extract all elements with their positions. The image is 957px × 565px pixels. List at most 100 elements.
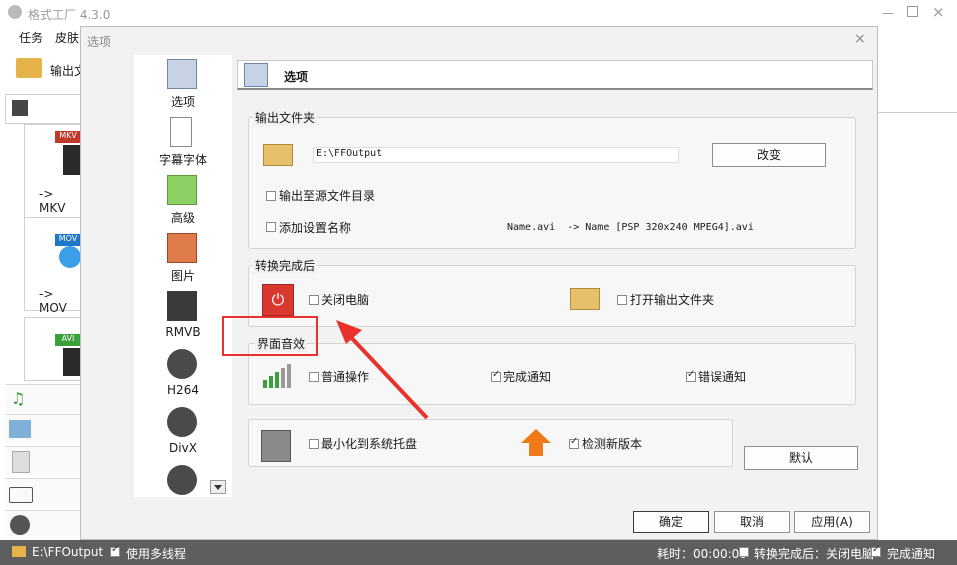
header-title: 选项	[284, 70, 309, 84]
check-update-label: 检测新版本	[582, 437, 643, 451]
done-notify-label: 完成通知	[503, 370, 552, 384]
advanced-icon	[167, 175, 197, 205]
elapsed-time: 耗时：00:00:00	[657, 547, 747, 561]
nav-item-h264[interactable]: H264	[134, 347, 232, 405]
format-panel: MKV -> MKV MOV -> MOV AVI ♫	[0, 92, 81, 540]
misc-group: 最小化到系统托盘 检测新版本	[248, 419, 733, 467]
shutdown-checkbox[interactable]	[309, 295, 319, 305]
task-list-header-line	[878, 112, 957, 113]
dialog-close-icon[interactable]: ×	[854, 31, 866, 47]
volume-bars-icon	[263, 364, 295, 388]
film-reel-icon	[10, 515, 30, 535]
document-category-tab[interactable]	[5, 446, 80, 475]
after-convert-label: 转换完成后：关闭电脑	[754, 547, 875, 561]
status-output-path[interactable]: E:\FFOutput	[32, 545, 103, 559]
nav-scroll-down-button[interactable]	[210, 480, 226, 494]
multithread-label: 使用多线程	[126, 547, 187, 561]
format-label: -> MKV	[39, 187, 66, 215]
picture-category-tab[interactable]	[5, 414, 80, 443]
open-folder-checkbox[interactable]	[617, 295, 627, 305]
dialog-title: 选项	[87, 35, 112, 49]
menu-task[interactable]: 任务	[19, 29, 43, 46]
main-titlebar: 格式工厂 4.3.0 — ×	[0, 0, 957, 26]
check-update-checkbox[interactable]	[569, 436, 579, 449]
minimize-icon[interactable]: —	[882, 6, 894, 20]
change-button[interactable]: 改变	[712, 143, 826, 167]
group-title: 输出文件夹	[253, 109, 318, 126]
landscape-icon	[9, 420, 31, 438]
after-convert-checkbox[interactable]	[739, 547, 749, 557]
folder-icon	[12, 546, 26, 557]
video-category-tab[interactable]	[5, 94, 81, 124]
minimize-tray-checkbox[interactable]	[309, 439, 319, 449]
rom-category-tab[interactable]	[5, 478, 80, 507]
nav-item-options[interactable]: 选项	[134, 57, 232, 115]
nav-label: RMVB	[165, 325, 201, 339]
output-path-field[interactable]: E:\FFOutput	[313, 147, 679, 163]
gear-icon	[167, 59, 197, 89]
add-setting-name-checkbox[interactable]	[266, 222, 276, 232]
update-arrow-stem	[529, 443, 543, 456]
error-notify-label: 错误通知	[698, 370, 747, 384]
quicktime-icon	[59, 246, 81, 268]
tools-category-tab[interactable]	[5, 510, 80, 539]
nav-item-subtitle-font[interactable]: 字幕字体	[134, 115, 232, 173]
menu-skin[interactable]: 皮肤	[55, 29, 79, 46]
to-source-checkbox[interactable]	[266, 191, 276, 201]
clapper-icon	[12, 100, 28, 116]
close-window-icon[interactable]: ×	[932, 3, 945, 21]
nav-label: 高级	[170, 211, 195, 225]
folder-icon[interactable]	[263, 144, 293, 166]
annotation-arrow	[336, 320, 429, 420]
chevron-down-icon	[214, 485, 222, 490]
statusbar: E:\FFOutput 使用多线程 耗时：00:00:00 转换完成后：关闭电脑…	[0, 540, 957, 565]
mkv-badge-icon: MKV	[55, 131, 81, 143]
mov-badge-icon: MOV	[55, 234, 81, 246]
cancel-button[interactable]: 取消	[714, 511, 790, 533]
done-notify-label: 完成通知	[887, 547, 936, 561]
document-icon	[12, 451, 30, 473]
error-notify-checkbox[interactable]	[686, 369, 696, 382]
nav-item-advanced[interactable]: 高级	[134, 173, 232, 231]
ok-button[interactable]: 确定	[633, 511, 709, 533]
music-icon: ♫	[11, 389, 26, 408]
done-notify-checkbox[interactable]	[871, 544, 881, 557]
task-list-area	[878, 92, 957, 540]
subtitle-font-icon	[170, 117, 192, 147]
output-folder-icon[interactable]	[16, 58, 42, 78]
nav-item-rmvb[interactable]: RMVB	[134, 289, 232, 347]
annotation-highlight-box	[222, 316, 318, 356]
divx-film-icon	[167, 407, 197, 437]
to-source-label: 输出至源文件目录	[279, 189, 376, 203]
drive-icon	[9, 487, 33, 503]
format-label: -> MOV	[39, 287, 67, 315]
open-folder-label: 打开输出文件夹	[630, 293, 715, 307]
add-setting-name-label: 添加设置名称	[279, 221, 352, 235]
options-dialog: 选项 × 选项 字幕字体 高级 图片 RMVB H264 DivX 选项 输出文…	[80, 26, 878, 540]
audio-category-tab[interactable]: ♫	[5, 384, 80, 413]
format-card-mkv[interactable]: MKV -> MKV	[24, 124, 81, 218]
apply-button[interactable]: 应用(A)	[794, 511, 870, 533]
shutdown-label: 关闭电脑	[321, 293, 370, 307]
group-title: 转换完成后	[253, 257, 318, 274]
film-icon	[167, 465, 197, 495]
nav-label: 图片	[170, 269, 195, 283]
normal-op-checkbox[interactable]	[309, 372, 319, 382]
maximize-icon[interactable]	[907, 6, 918, 17]
format-card-avi[interactable]: AVI	[24, 317, 81, 381]
power-icon: ⏻	[262, 284, 294, 316]
nav-item-divx[interactable]: DivX	[134, 405, 232, 463]
update-arrow-icon	[521, 429, 551, 443]
film-icon	[63, 348, 81, 376]
options-nav-list: 选项 字幕字体 高级 图片 RMVB H264 DivX	[134, 55, 232, 497]
default-button[interactable]: 默认	[744, 446, 858, 470]
format-card-mov[interactable]: MOV -> MOV	[24, 217, 81, 315]
nav-item-picture[interactable]: 图片	[134, 231, 232, 289]
h264-film-icon	[167, 349, 197, 379]
multithread-checkbox[interactable]	[110, 544, 120, 557]
film-icon	[63, 145, 81, 175]
nav-label: DivX	[169, 441, 197, 455]
done-notify-checkbox[interactable]	[491, 369, 501, 382]
open-folder-icon	[570, 288, 600, 310]
output-folder-group: 输出文件夹 E:\FFOutput 改变 输出至源文件目录 添加设置名称 Nam…	[248, 109, 856, 249]
